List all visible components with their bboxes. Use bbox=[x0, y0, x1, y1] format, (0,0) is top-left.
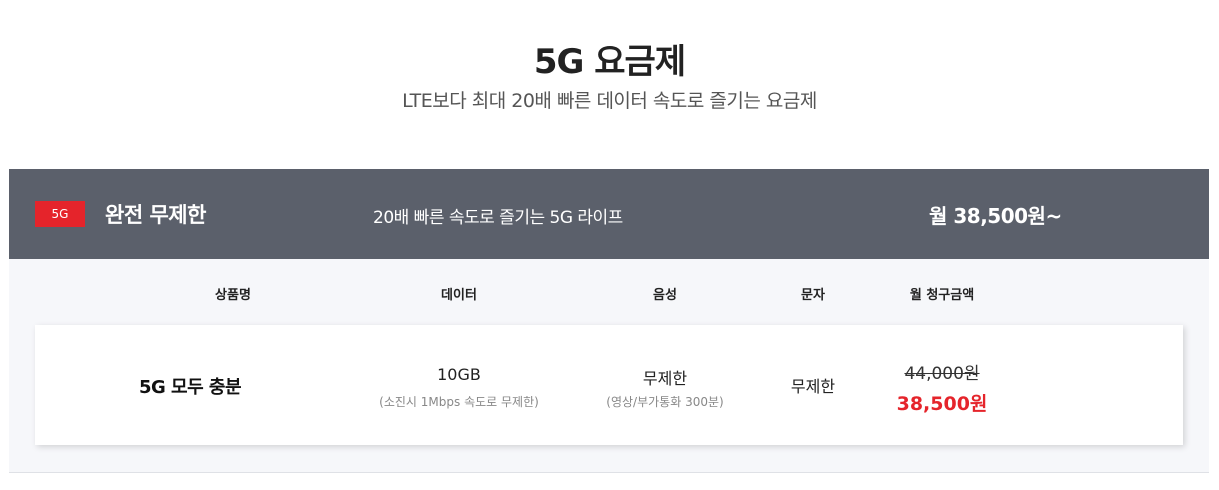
5g-badge: 5G bbox=[35, 201, 85, 227]
plan-voice-note: (영상/부가통화 300분) bbox=[606, 395, 724, 409]
column-header-sms: 문자 bbox=[801, 288, 825, 303]
plan-row[interactable]: 5G 모두 충분 10GB (소진시 1Mbps 속도로 무제한) 무제한 (영… bbox=[35, 325, 1183, 445]
plan-section: 5G 완전 무제한 20배 빠른 속도로 즐기는 5G 라이프 월 38,500… bbox=[9, 169, 1209, 473]
column-header-voice: 음성 bbox=[653, 288, 677, 303]
column-header-bill: 월 청구금액 bbox=[909, 288, 975, 303]
original-price: 44,000원 bbox=[904, 364, 980, 384]
plan-data: 10GB bbox=[437, 365, 481, 384]
plan-group-header[interactable]: 5G 완전 무제한 20배 빠른 속도로 즐기는 5G 라이프 월 38,500… bbox=[9, 169, 1209, 259]
plan-group-price: 월 38,500원~ bbox=[929, 204, 1062, 228]
column-header-data: 데이터 bbox=[441, 288, 477, 303]
plan-group-description: 20배 빠른 속도로 즐기는 5G 라이프 bbox=[373, 208, 623, 228]
page-subtitle: LTE보다 최대 20배 빠른 데이터 속도로 즐기는 요금제 bbox=[402, 90, 817, 112]
sale-price: 38,500원 bbox=[896, 393, 988, 415]
page-title: 5G 요금제 bbox=[533, 42, 686, 82]
plan-name[interactable]: 5G 모두 충분 bbox=[90, 373, 290, 399]
plan-sms: 무제한 bbox=[790, 377, 836, 396]
plan-group-name: 완전 무제한 bbox=[105, 203, 206, 227]
plan-data-note: (소진시 1Mbps 속도로 무제한) bbox=[379, 395, 539, 409]
plan-voice: 무제한 bbox=[642, 369, 688, 388]
column-header-name: 상품명 bbox=[215, 288, 251, 303]
